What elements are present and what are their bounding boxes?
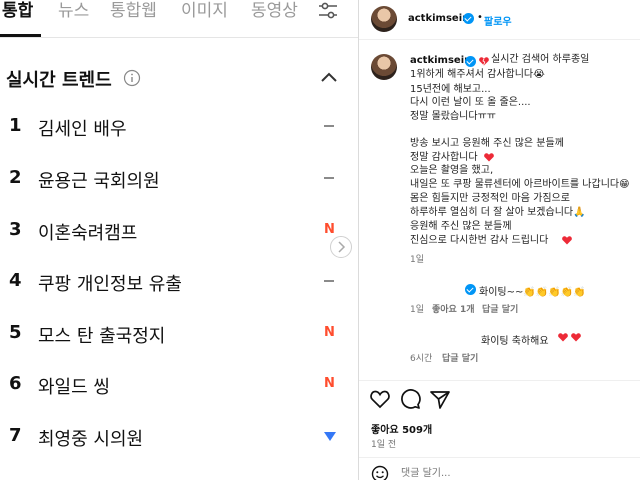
screen: 통합 뉴스 통합웹 이미지 동영상 실시간 트렌드 1 김세인 배우 2 윤용근…	[0, 0, 640, 480]
post-actions: 좋아요 509개 1일 전	[359, 380, 640, 480]
status-same-icon	[324, 271, 336, 291]
status-new-badge: N	[324, 376, 335, 391]
trend-item-7[interactable]: 7 최영중 시의원	[0, 416, 358, 456]
info-icon[interactable]	[123, 69, 141, 87]
caption-line: 내일은 또 쿠팡 물류센터에 아르바이트를 나갑니다😁	[410, 179, 630, 190]
instagram-post-panel: actkimsein • 팔로우 actkimsein 실시간 검색어 하루종일…	[358, 0, 640, 480]
caption-line: 15년전에 해보고...	[410, 84, 491, 95]
status-new-badge: N	[324, 325, 335, 340]
comment-input[interactable]	[401, 463, 621, 480]
trend-rank: 4	[9, 270, 22, 291]
verified-badge-icon	[463, 13, 474, 24]
emoji-icon[interactable]	[371, 465, 389, 480]
tab-image[interactable]: 이미지	[181, 0, 228, 22]
caption-line: 다시 이런 날이 또 올 줄은....	[410, 97, 531, 108]
trend-title: 실시간 트렌드	[6, 70, 112, 91]
trend-item-4[interactable]: 4 쿠팡 개인정보 유출	[0, 261, 358, 301]
caption-line: 오늘은 촬영을 했고,	[410, 165, 494, 176]
trend-term[interactable]: 모스 탄 출국정지	[38, 322, 165, 348]
heart-icon	[562, 236, 572, 245]
broken-heart-icon	[479, 57, 489, 66]
chevron-right-icon	[338, 241, 346, 253]
reply-button[interactable]: 답글 달기	[442, 351, 478, 364]
caption-line: 하루하루 열심히 더 잘 살아 보겠습니다🙏	[410, 207, 586, 218]
caption-line: 정말 감사합니다	[410, 152, 478, 163]
heart-icon	[484, 153, 494, 162]
trend-item-5[interactable]: 5 모스 탄 출국정지 N	[0, 313, 358, 353]
caption-line: 응원해 주신 많은 분들께	[410, 221, 512, 232]
status-down-icon	[324, 426, 336, 446]
caption-line: 1위하게 해주셔서 감사합니다😭	[410, 69, 545, 80]
verified-badge-icon	[465, 56, 476, 67]
trend-term[interactable]: 김세인 배우	[38, 115, 127, 141]
like-count[interactable]: 좋아요 509개	[371, 421, 432, 436]
comment-likes[interactable]: 좋아요 1개	[432, 302, 475, 315]
caption-line: 정말 몰랐습니다ㅠㅠ	[410, 111, 496, 122]
status-same-icon	[324, 168, 336, 188]
trend-rank: 1	[9, 115, 22, 136]
next-page-button[interactable]	[330, 236, 352, 258]
post-header: actkimsein • 팔로우	[359, 0, 640, 40]
heart-outline-icon[interactable]	[369, 388, 391, 410]
trend-term[interactable]: 쿠팡 개인정보 유출	[38, 270, 182, 296]
trend-item-6[interactable]: 6 와일드 씽 N	[0, 364, 358, 404]
trend-term[interactable]: 이혼숙려캠프	[38, 219, 137, 245]
search-panel: 통합 뉴스 통합웹 이미지 동영상 실시간 트렌드 1 김세인 배우 2 윤용근…	[0, 0, 358, 480]
heart-icon	[558, 333, 568, 342]
comment-icon[interactable]	[399, 388, 421, 410]
follow-button[interactable]: 팔로우	[484, 13, 512, 28]
trend-item-1[interactable]: 1 김세인 배우	[0, 106, 358, 146]
comment-bar	[359, 457, 640, 480]
tab-all[interactable]: 통합	[2, 0, 33, 22]
separator-dot: •	[477, 12, 483, 23]
caption-line: 진심으로 다시한번 감사 드립니다	[410, 235, 549, 246]
trend-rank: 6	[9, 373, 22, 394]
caption-avatar[interactable]	[371, 54, 397, 80]
trend-item-3[interactable]: 3 이혼숙려캠프 N	[0, 210, 358, 250]
trend-rank: 5	[9, 322, 22, 343]
post-time-ago: 1일 전	[371, 440, 397, 450]
trend-term[interactable]: 와일드 씽	[38, 373, 110, 399]
caption-line: 방송 보시고 응원해 주신 많은 분들께	[410, 138, 564, 149]
trend-term[interactable]: 최영중 시의원	[38, 425, 143, 451]
comment-age: 6시간	[410, 354, 433, 364]
status-same-icon	[324, 116, 336, 136]
post-username[interactable]: actkimsein	[408, 13, 469, 24]
caption-username[interactable]: actkimsein	[410, 55, 471, 66]
tab-web[interactable]: 통합웹	[110, 0, 157, 22]
tab-video[interactable]: 동영상	[251, 0, 298, 22]
trend-rank: 3	[9, 219, 22, 240]
verified-badge-icon	[465, 284, 476, 295]
comment-text: 화이팅~~👏👏👏👏👏	[479, 287, 586, 298]
trend-item-2[interactable]: 2 윤용근 국회의원	[0, 158, 358, 198]
caption-line: 실시간 검색어 하루종일	[491, 54, 590, 65]
trend-rank: 7	[9, 425, 22, 446]
trend-rank: 2	[9, 167, 22, 188]
caption-age: 1일	[410, 255, 425, 265]
comment-text: 화이팅 축하해요	[481, 336, 549, 347]
avatar[interactable]	[371, 6, 397, 32]
filter-icon[interactable]	[317, 0, 339, 22]
tab-news[interactable]: 뉴스	[58, 0, 89, 22]
reply-button[interactable]: 답글 달기	[482, 302, 518, 315]
share-icon[interactable]	[429, 388, 451, 410]
caption-line: 몸은 힘들지만 긍정적인 마음 가짐으로	[410, 193, 570, 204]
heart-icon	[571, 333, 581, 342]
active-tab-indicator	[0, 34, 41, 37]
chevron-up-icon[interactable]	[319, 70, 339, 84]
comment-age: 1일	[410, 305, 425, 315]
trend-term[interactable]: 윤용근 국회의원	[38, 167, 160, 193]
search-tab-bar: 통합 뉴스 통합웹 이미지 동영상	[0, 0, 358, 38]
